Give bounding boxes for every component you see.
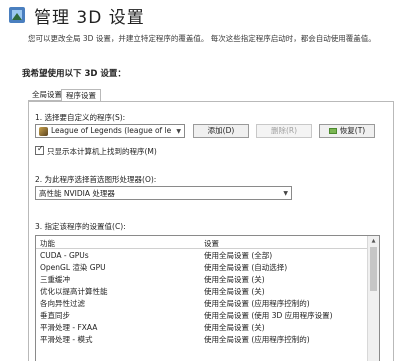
table-row[interactable]: CUDA - GPUs 使用全局设置 (全部) — [36, 250, 368, 261]
restore-button-label: 恢复(T) — [339, 126, 366, 135]
add-program-button[interactable]: 添加(D) — [193, 124, 249, 138]
feature-cell: 垂直同步 — [40, 311, 70, 320]
page-title: 管理 3D 设置 — [34, 8, 145, 28]
select-program-label: 1. 选择要自定义的程序(S): — [35, 113, 126, 122]
feature-cell: 平滑处理 - 模式 — [40, 335, 93, 344]
nvidia-logo-icon — [328, 128, 337, 134]
setting-cell: 使用全局设置 (自动选择) — [204, 263, 288, 272]
table-row[interactable]: 优化以提高计算性能 使用全局设置 (关) — [36, 286, 368, 297]
only-show-found-label: 只显示本计算机上找到的程序(M) — [47, 147, 157, 156]
table-row[interactable]: 各向异性过滤 使用全局设置 (应用程序控制的) — [36, 298, 368, 309]
setting-cell: 使用全局设置 (关) — [204, 275, 265, 284]
setting-cell: 使用全局设置 (关) — [204, 287, 265, 296]
feature-cell: 各向异性过滤 — [40, 299, 85, 308]
chevron-down-icon: ▼ — [176, 128, 181, 135]
setting-cell: 使用全局设置 (关) — [204, 323, 265, 332]
feature-cell: 优化以提高计算性能 — [40, 287, 108, 296]
table-row[interactable]: 平滑处理 - FXAA 使用全局设置 (关) — [36, 322, 368, 333]
section-title: 我希望使用以下 3D 设置： — [22, 69, 126, 79]
select-gpu-label: 2. 为此程序选择首选图形处理器(O): — [35, 175, 157, 184]
page-header: 管理 3D 设置 — [0, 0, 400, 32]
restore-button[interactable]: 恢复(T) — [319, 124, 375, 138]
header-divider — [36, 248, 368, 249]
table-row[interactable]: 三重缓冲 使用全局设置 (关) — [36, 274, 368, 285]
scroll-up-icon[interactable]: ▲ — [368, 236, 379, 246]
only-show-found-checkbox[interactable]: ✓ — [35, 144, 44, 155]
chevron-down-icon: ▼ — [283, 190, 288, 197]
program-dropdown-value: League of Legends (league of lege... — [51, 126, 171, 135]
feature-cell: OpenGL 渲染 GPU — [40, 263, 106, 272]
page-description: 您可以更改全局 3D 设置，并建立特定程序的覆盖值。 每次这些指定程序启动时，都… — [28, 34, 376, 43]
delete-program-button[interactable]: 删除(R) — [256, 124, 312, 138]
setting-cell: 使用全局设置 (应用程序控制的) — [204, 299, 310, 308]
gpu-dropdown-value: 高性能 NVIDIA 处理器 — [39, 189, 115, 198]
gpu-dropdown[interactable]: 高性能 NVIDIA 处理器 ▼ — [35, 186, 292, 200]
scrollbar-thumb[interactable] — [370, 247, 377, 291]
table-row[interactable]: 垂直同步 使用全局设置 (使用 3D 应用程序设置) — [36, 310, 368, 321]
league-of-legends-icon — [39, 127, 48, 136]
setting-cell: 使用全局设置 (全部) — [204, 251, 273, 260]
feature-cell: 三重缓冲 — [40, 275, 70, 284]
table-row[interactable]: OpenGL 渲染 GPU 使用全局设置 (自动选择) — [36, 262, 368, 273]
feature-cell: 平滑处理 - FXAA — [40, 323, 98, 332]
checkmark-icon: ✓ — [37, 144, 44, 153]
settings-table: 功能 设置 CUDA - GPUs 使用全局设置 (全部) OpenGL 渲染 … — [35, 235, 380, 361]
settings-scrollbar[interactable]: ▲ — [367, 236, 379, 361]
table-row[interactable]: 平滑处理 - 模式 使用全局设置 (应用程序控制的) — [36, 334, 368, 345]
nvidia-3d-settings-icon — [9, 7, 25, 23]
feature-cell: CUDA - GPUs — [40, 251, 89, 260]
setting-cell: 使用全局设置 (应用程序控制的) — [204, 335, 310, 344]
setting-cell: 使用全局设置 (使用 3D 应用程序设置) — [204, 311, 333, 320]
program-dropdown[interactable]: League of Legends (league of lege... ▼ — [35, 124, 185, 138]
specify-settings-label: 3. 指定该程序的设置值(C): — [35, 222, 126, 231]
